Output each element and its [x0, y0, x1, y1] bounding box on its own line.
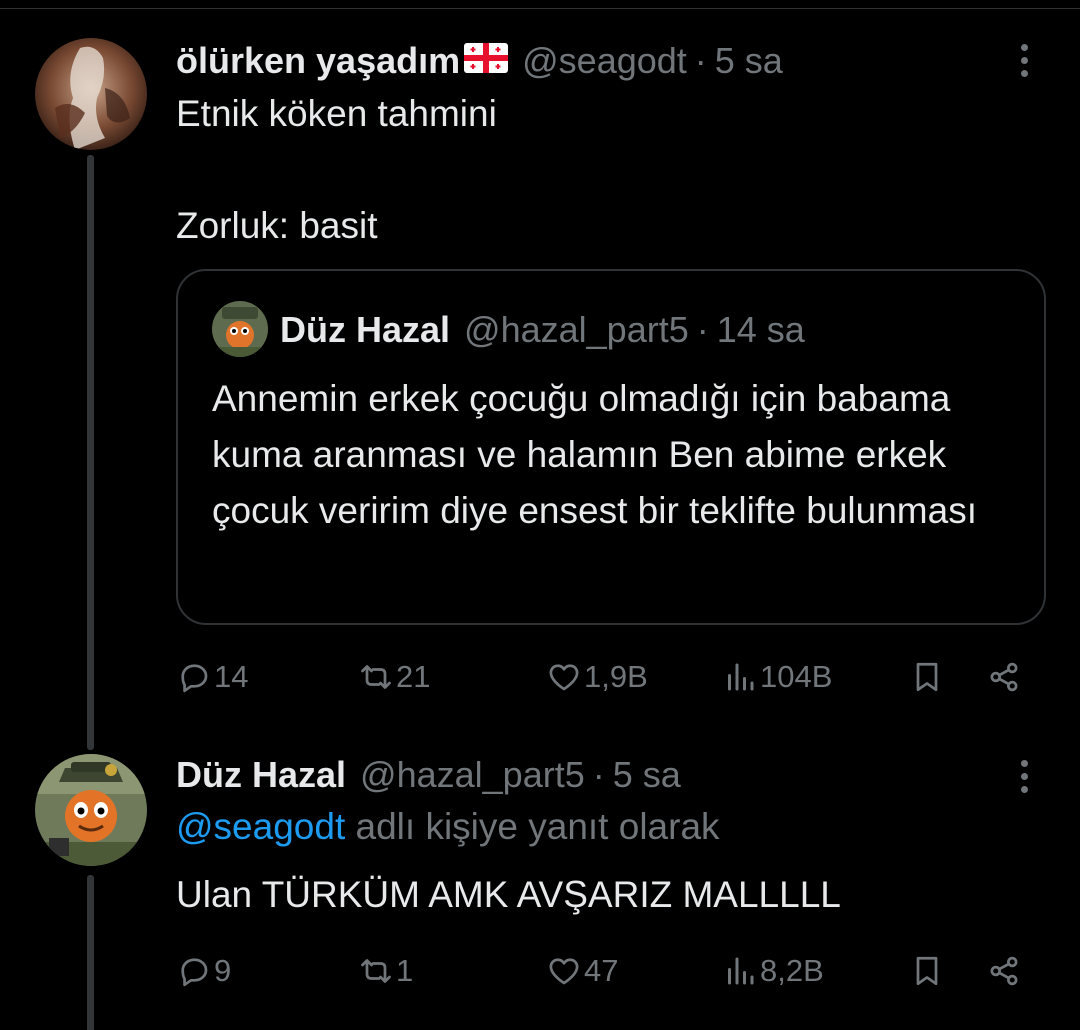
avatar[interactable]: [35, 38, 147, 150]
quote-display-name: Düz Hazal: [280, 309, 451, 350]
bookmark-icon: [916, 662, 938, 692]
analytics-icon: [728, 663, 754, 691]
separator-dot: ·: [694, 40, 707, 81]
avatar-image: [212, 301, 268, 357]
avatar-image: [35, 754, 147, 866]
timestamp[interactable]: 5 sa: [715, 40, 783, 82]
retweet-button[interactable]: 1: [358, 946, 413, 996]
reply-count: 14: [214, 659, 249, 694]
retweet-button[interactable]: 21: [358, 652, 430, 702]
quote-timestamp: 14 sa: [716, 309, 805, 350]
tweet-actions: 9 1 47 8,2B: [176, 946, 1036, 996]
more-dot-icon: [1020, 785, 1028, 793]
handle[interactable]: @seagodt: [522, 40, 687, 82]
tweet-header: Düz Hazal @hazal_part5 · 5 sa: [176, 754, 681, 796]
quote-text: Annemin erkek çocuğu olmadığı için babam…: [212, 378, 977, 531]
retweet-icon: [361, 665, 391, 689]
analytics-icon: [728, 957, 754, 985]
heart-icon: [549, 958, 579, 985]
reply-button[interactable]: 14: [176, 652, 248, 702]
like-count: 47: [584, 953, 619, 988]
reply-context-label: adlı kişiye yanıt olarak: [345, 806, 720, 847]
share-icon: [990, 662, 1018, 692]
bookmark-button[interactable]: [909, 946, 945, 996]
more-dot-icon: [1020, 759, 1028, 767]
like-button[interactable]: 1,9B: [546, 652, 648, 702]
more-options-button[interactable]: [1004, 756, 1044, 796]
views-button[interactable]: 8,2B: [722, 946, 824, 996]
share-button[interactable]: [986, 946, 1022, 996]
tweet-text: Ulan TÜRKÜM AMK AVŞARIZ MALLLLL: [176, 874, 841, 915]
retweet-count: 21: [396, 659, 431, 694]
reply-icon: [181, 664, 208, 693]
share-button[interactable]: [986, 652, 1022, 702]
more-dot-icon: [1020, 56, 1028, 64]
reply-mention-link[interactable]: @seagodt: [176, 806, 345, 847]
display-name[interactable]: Düz Hazal: [176, 754, 346, 796]
quoted-tweet[interactable]: Düz Hazal @hazal_part5 · 14 sa Annemin e…: [176, 269, 1046, 625]
more-dot-icon: [1020, 772, 1028, 780]
top-divider: [0, 8, 1080, 9]
more-dot-icon: [1020, 43, 1028, 51]
tweet-actions: 14 21 1,9B 104B: [176, 652, 1036, 702]
thread-connector: [87, 155, 94, 750]
views-count: 8,2B: [760, 953, 824, 988]
georgia-flag-icon: [464, 43, 509, 73]
avatar-image: [35, 38, 147, 150]
like-button[interactable]: 47: [546, 946, 618, 996]
reply-context: @seagodt adlı kişiye yanıt olarak: [176, 806, 720, 848]
retweet-count: 1: [396, 953, 414, 988]
thread-connector-continuation: [87, 875, 94, 1030]
timestamp[interactable]: 5 sa: [613, 754, 681, 796]
display-name[interactable]: ölürken yaşadım: [176, 40, 460, 82]
avatar[interactable]: [35, 754, 147, 866]
quote-handle: @hazal_part5: [464, 309, 689, 350]
tweet-header: ölürken yaşadım @seagodt · 5 sa: [176, 40, 783, 82]
quote-header: Düz Hazal @hazal_part5 · 14 sa: [280, 309, 805, 351]
tweet-text: Etnik köken tahmini Zorluk: basit: [176, 93, 497, 246]
retweet-icon: [361, 959, 391, 983]
share-icon: [990, 956, 1018, 986]
separator-dot: ·: [592, 754, 605, 795]
reply-count: 9: [214, 953, 232, 988]
views-button[interactable]: 104B: [722, 652, 832, 702]
bookmark-button[interactable]: [909, 652, 945, 702]
reply-icon: [181, 958, 208, 987]
like-count: 1,9B: [584, 659, 648, 694]
handle[interactable]: @hazal_part5: [360, 754, 585, 796]
views-count: 104B: [760, 659, 833, 694]
more-dot-icon: [1020, 69, 1028, 77]
reply-button[interactable]: 9: [176, 946, 231, 996]
more-options-button[interactable]: [1004, 40, 1044, 80]
bookmark-icon: [916, 956, 938, 986]
heart-icon: [549, 664, 579, 691]
quote-avatar: [212, 301, 268, 357]
separator-dot: ·: [696, 309, 709, 350]
